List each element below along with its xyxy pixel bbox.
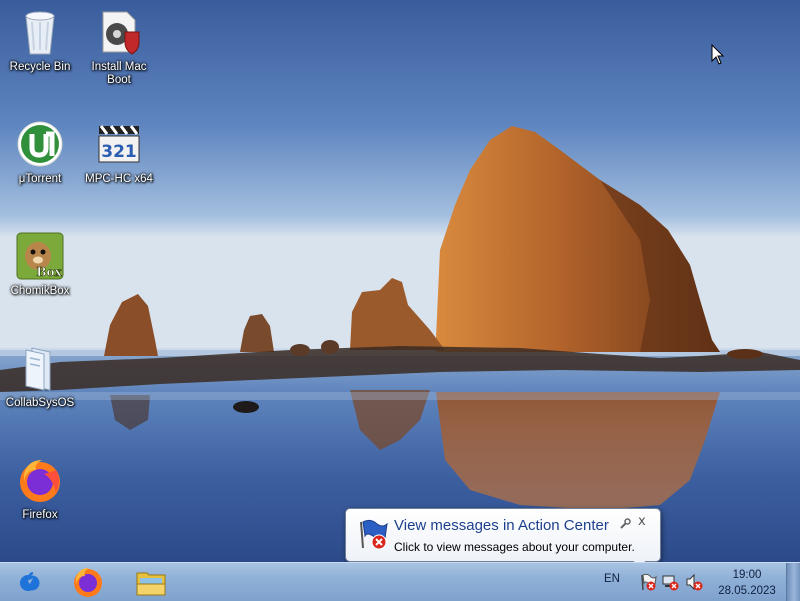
desktop-icon-label: MPC-HC x64 xyxy=(85,173,153,185)
wrench-icon[interactable] xyxy=(619,518,631,530)
firefox-icon xyxy=(20,460,60,502)
taskbar: EN 19:00 28.05.2023 xyxy=(0,562,800,601)
installer-shield-icon xyxy=(102,11,140,55)
taskbar-firefox-icon[interactable] xyxy=(71,566,105,598)
file-explorer-icon[interactable] xyxy=(134,566,168,598)
show-desktop-button[interactable] xyxy=(786,563,800,601)
desktop-icon-recycle-bin[interactable]: Recycle Bin xyxy=(0,8,80,74)
svg-text:Box: Box xyxy=(36,265,62,279)
desktop-icon-install-mac-boot[interactable]: Install Mac Boot xyxy=(79,8,159,87)
desktop-icon-label: CollabSysOS xyxy=(5,397,75,409)
notification-message: Click to view messages about your comput… xyxy=(394,540,635,554)
close-icon[interactable]: x xyxy=(638,515,650,529)
language-indicator[interactable]: EN xyxy=(604,573,620,585)
svg-text:321: 321 xyxy=(101,142,137,162)
system-clock[interactable]: 19:00 28.05.2023 xyxy=(712,567,782,599)
desktop-icon-label: μTorrent xyxy=(18,173,62,185)
desktop-icon-utorrent[interactable]: μTorrent xyxy=(0,120,80,186)
notification-title[interactable]: View messages in Action Center xyxy=(394,517,609,534)
desktop-icon-label: ChomikBox xyxy=(10,285,70,297)
clock-time: 19:00 xyxy=(732,569,762,581)
desktop-icon-firefox[interactable]: Firefox xyxy=(0,456,80,522)
clock-date: 28.05.2023 xyxy=(718,585,776,597)
mouse-cursor-icon xyxy=(711,44,725,65)
desktop-icon-collabsysos[interactable]: CollabSysOS xyxy=(0,344,80,410)
desktop-icon-mpc-hc[interactable]: 321 MPC-HC x64 xyxy=(79,120,159,186)
action-center-flag-icon xyxy=(360,519,388,550)
chomikbox-icon: Box xyxy=(16,232,64,280)
apple-start-icon[interactable] xyxy=(12,566,46,598)
collabsysos-folder-icon xyxy=(25,347,51,391)
action-center-notification[interactable]: View messages in Action Center Click to … xyxy=(345,508,661,574)
mpc-hc-icon: 321 xyxy=(98,125,140,163)
network-error-icon[interactable] xyxy=(661,573,679,591)
desktop-icon-label: Firefox xyxy=(22,509,58,521)
volume-muted-icon[interactable] xyxy=(685,573,703,591)
desktop-icon-label: Recycle Bin xyxy=(9,61,71,73)
action-center-tray-icon[interactable] xyxy=(639,573,657,591)
utorrent-icon xyxy=(17,121,63,167)
desktop-icon-label: Install Mac Boot xyxy=(91,61,147,86)
desktop-icon-chomikbox[interactable]: Box ChomikBox xyxy=(0,232,80,298)
recycle-bin-icon xyxy=(25,11,55,55)
